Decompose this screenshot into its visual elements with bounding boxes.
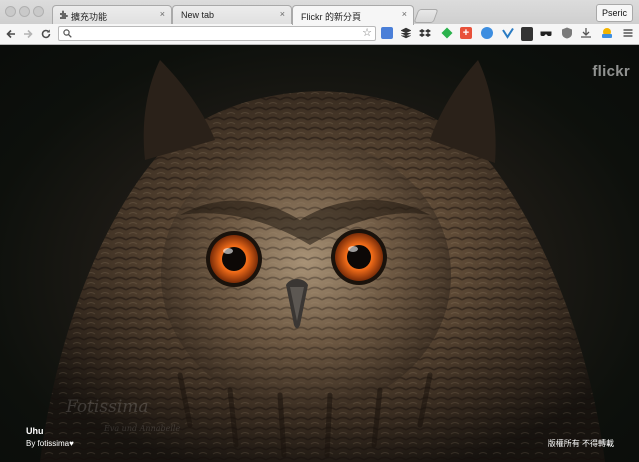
tab-label: 擴充功能 bbox=[71, 12, 108, 22]
cloud-icon[interactable] bbox=[601, 27, 613, 39]
translate-icon[interactable] bbox=[381, 27, 393, 39]
forward-arrow-icon[interactable] bbox=[22, 27, 34, 41]
sync-icon[interactable] bbox=[481, 27, 493, 39]
film-icon[interactable] bbox=[521, 27, 533, 41]
tab-label: New tab bbox=[181, 10, 215, 20]
tab-strip: 擴充功能 × New tab × Flickr 的新分頁 × Pseric bbox=[0, 0, 639, 25]
profile-button[interactable]: Pseric bbox=[595, 4, 633, 22]
search-icon bbox=[63, 29, 72, 38]
download-icon[interactable] bbox=[580, 27, 592, 39]
tab-flickr[interactable]: Flickr 的新分頁 × bbox=[292, 5, 414, 25]
bookmark-star-icon[interactable]: ☆ bbox=[362, 27, 372, 40]
copyright-notice: 版權所有 不得轉載 bbox=[547, 439, 614, 448]
puzzle-icon bbox=[60, 10, 68, 19]
layers-icon[interactable] bbox=[400, 27, 412, 39]
add-icon[interactable]: + bbox=[460, 27, 472, 39]
photo-author-link[interactable]: By fotissima♥ bbox=[26, 439, 74, 448]
vimeo-icon[interactable] bbox=[502, 27, 514, 39]
tab-label: Flickr 的新分頁 bbox=[301, 12, 361, 22]
photo-watermark: Fotissima bbox=[66, 397, 149, 417]
back-arrow-icon[interactable] bbox=[5, 27, 17, 41]
tab-close-button[interactable]: × bbox=[402, 9, 407, 19]
toolbar: ☆ + bbox=[0, 24, 639, 45]
close-window-button[interactable] bbox=[5, 6, 16, 17]
photo-title[interactable]: Uhu bbox=[26, 426, 44, 436]
menu-icon[interactable] bbox=[622, 27, 634, 39]
flickr-new-tab-page: flickr Fotissima Eva und Annabelle Uhu B… bbox=[0, 45, 639, 462]
tab-extensions[interactable]: 擴充功能 × bbox=[52, 5, 172, 24]
tab-close-button[interactable]: × bbox=[160, 9, 165, 19]
maximize-window-button[interactable] bbox=[33, 6, 44, 17]
reload-icon[interactable] bbox=[40, 27, 52, 41]
photo-watermark-subtitle: Eva und Annabelle bbox=[104, 424, 181, 433]
minimize-window-button[interactable] bbox=[19, 6, 30, 17]
tab-close-button[interactable]: × bbox=[280, 9, 285, 19]
address-bar[interactable]: ☆ bbox=[58, 26, 376, 41]
dropbox-icon[interactable] bbox=[419, 27, 431, 39]
new-tab-button[interactable] bbox=[413, 9, 439, 23]
tab-new-tab[interactable]: New tab × bbox=[172, 5, 292, 24]
shield-icon[interactable] bbox=[561, 27, 573, 39]
mask-icon[interactable] bbox=[540, 27, 552, 39]
address-input[interactable] bbox=[75, 28, 355, 39]
feedly-icon[interactable] bbox=[441, 27, 453, 39]
flickr-logo[interactable]: flickr bbox=[592, 63, 630, 80]
